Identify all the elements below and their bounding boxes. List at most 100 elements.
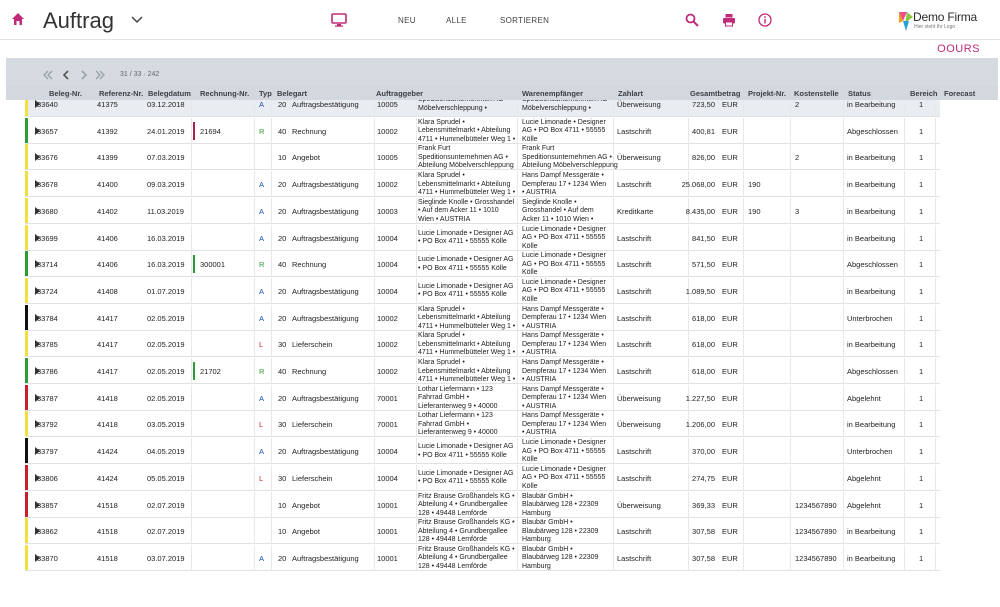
address-line: Lucie Limonade • Designer AG: [418, 229, 514, 237]
chevron-down-icon[interactable]: [131, 15, 143, 25]
table-row[interactable]: 33680 41402 11.03.2019 A 20 Auftragsbestätigu…: [25, 197, 940, 224]
table-row[interactable]: 33657 41392 24.01.2019 21694 R 40 Rechnung 1000…: [25, 117, 940, 144]
column-divider: [743, 518, 744, 545]
table-row[interactable]: 33724 41408 01.07.2019 A 20 Auftragsbestätigu…: [25, 277, 940, 304]
monitor-icon[interactable]: [331, 12, 347, 28]
address-line: Hans Dampf Messgeräte •: [522, 412, 604, 420]
rechnung-nr: 300001: [200, 260, 226, 270]
col-kostenstelle[interactable]: Kostenstelle: [794, 89, 839, 98]
column-divider: [374, 171, 375, 198]
table-row[interactable]: 33676 41399 07.03.2019 10 Angebot 10005 Frank …: [25, 144, 940, 171]
col-belegdatum[interactable]: Belegdatum: [148, 89, 191, 98]
col-beleg-nr[interactable]: Beleg-Nr.: [49, 89, 82, 98]
table-row[interactable]: 33785 41417 02.05.2019 L 30 Lieferschein 10002…: [25, 331, 940, 358]
search-icon[interactable]: [685, 13, 699, 27]
table-row[interactable]: 33862 41518 02.07.2019 10 Angebot 10001 Fritz …: [25, 518, 940, 545]
col-auftraggeber[interactable]: Auftraggeber: [376, 89, 423, 98]
table-row[interactable]: 33786 41417 02.05.2019 21702 R 40 Rechnung 1000…: [25, 358, 940, 384]
nav-neu[interactable]: NEU: [398, 16, 416, 25]
address-line: • PO Box 4711 • 55555 Kölle: [418, 478, 507, 486]
column-divider: [743, 544, 744, 571]
column-divider: [271, 518, 272, 545]
column-divider: [843, 117, 844, 144]
auftraggeber-address: Klara Sprudel • Lebensmittelmarkt • Abtei…: [418, 306, 515, 332]
typ-badge: A: [259, 553, 265, 563]
address-line: Lieferantenweg 9 • 40000: [418, 402, 498, 410]
bereich: 1: [919, 206, 924, 216]
column-divider: [843, 144, 844, 171]
beleg-nr: 33797: [37, 447, 58, 457]
table-row[interactable]: 33870 41518 03.07.2019 A 20 Auftragsbestätigu…: [25, 544, 940, 571]
table-row[interactable]: 33792 41418 03.05.2019 L 30 Lieferschein 70001…: [25, 411, 940, 438]
col-forecast[interactable]: Forecast: [944, 89, 975, 98]
waehrung: EUR: [722, 100, 738, 109]
table-row[interactable]: 33640 41375 03.12.2018 A 20 Auftragsbestätigu…: [25, 100, 940, 117]
next-page-icon[interactable]: [79, 69, 89, 81]
belegart-code: 20: [278, 393, 287, 403]
address-line: Lucie Limonade • Designer AG: [418, 443, 514, 451]
column-divider: [843, 277, 844, 304]
invoice-marker: [193, 121, 195, 140]
column-divider: [904, 358, 905, 384]
referenz-nr: 41392: [97, 126, 118, 136]
col-zahlart[interactable]: Zahlart: [618, 89, 643, 98]
referenz-nr: 41417: [97, 313, 118, 323]
column-divider: [904, 411, 905, 438]
info-icon[interactable]: [758, 13, 772, 27]
first-page-icon[interactable]: [43, 69, 53, 81]
column-divider: [904, 304, 905, 331]
last-page-icon[interactable]: [95, 69, 105, 81]
table-row[interactable]: 33806 41424 05.05.2019 L 30 Lieferschein 10004…: [25, 464, 940, 491]
table-row[interactable]: 33857 41518 02.07.2019 10 Angebot 10001 Fritz …: [25, 491, 940, 518]
col-warenempfaenger[interactable]: Warenempfänger: [522, 89, 583, 98]
printer-icon[interactable]: [722, 13, 736, 27]
zahlart: Lastschrift: [617, 313, 652, 323]
col-bereich[interactable]: Bereich: [910, 89, 938, 98]
address-line: Kölle: [522, 135, 538, 143]
column-divider: [374, 518, 375, 545]
referenz-nr: 41418: [97, 393, 118, 403]
nav-alle[interactable]: ALLE: [446, 16, 467, 25]
prev-page-icon[interactable]: [61, 69, 71, 81]
table-row[interactable]: 33784 41417 02.05.2019 A 20 Auftragsbestätigu…: [25, 304, 940, 332]
warenempfaenger-address: Lucie Limonade • Designer AG • PO Box 471…: [522, 252, 606, 278]
status-label: in Bearbeitung: [847, 180, 896, 190]
col-rechnung-nr[interactable]: Rechnung-Nr.: [200, 89, 249, 98]
status-color-bar: [25, 100, 28, 116]
status-label: in Bearbeitung: [847, 420, 896, 430]
belegart-code: 30: [278, 473, 287, 483]
bereich: 1: [919, 527, 924, 537]
col-gesamtbetrag[interactable]: Gesamtbetrag: [690, 89, 740, 98]
column-divider: [743, 197, 744, 224]
column-divider: [191, 144, 192, 171]
table-row[interactable]: 33714 41406 16.03.2019 300001 R 40 Rechnung 100…: [25, 251, 940, 278]
address-line: Hamburg: [522, 509, 551, 517]
col-referenz-nr[interactable]: Referenz-Nr.: [99, 89, 143, 98]
status-label: Unterbrochen: [847, 447, 893, 457]
table-row[interactable]: 33787 41418 02.05.2019 A 20 Auftragsbestätigu…: [25, 384, 940, 411]
col-belegart[interactable]: Belegart: [277, 89, 307, 98]
table-row[interactable]: 33678 41400 09.03.2019 A 20 Auftragsbestätigu…: [25, 171, 940, 198]
column-divider: [374, 251, 375, 278]
auftraggeber-address: Klara Sprudel • Lebensmittelmarkt • Abtei…: [418, 332, 515, 358]
column-divider: [254, 100, 255, 117]
logo-tagline: Hier steht Ihr Logo: [914, 24, 956, 30]
belegart: Lieferschein: [292, 473, 333, 483]
column-divider: [935, 464, 936, 491]
col-projekt-nr[interactable]: Projekt-Nr.: [748, 89, 786, 98]
address-line: Lebensmittelmarkt • Abteilung: [418, 127, 511, 135]
zahlart: Überweisung: [617, 100, 661, 109]
column-divider: [374, 304, 375, 331]
col-status[interactable]: Status: [848, 89, 871, 98]
home-icon[interactable]: [11, 12, 25, 26]
table-row[interactable]: 33797 41424 04.05.2019 A 20 Auftragsbestätigu…: [25, 438, 940, 465]
belegart-code: 30: [278, 340, 287, 350]
table-row[interactable]: 33699 41406 16.03.2019 A 20 Auftragsbestätigu…: [25, 224, 940, 251]
column-divider: [904, 438, 905, 465]
pager-text: 31 / 33 · 242: [120, 71, 160, 78]
column-divider: [790, 438, 791, 465]
column-divider: [688, 304, 689, 331]
nav-sortieren[interactable]: SORTIEREN: [500, 16, 549, 25]
col-typ[interactable]: Typ: [259, 89, 272, 98]
status-color-bar: [25, 224, 28, 250]
